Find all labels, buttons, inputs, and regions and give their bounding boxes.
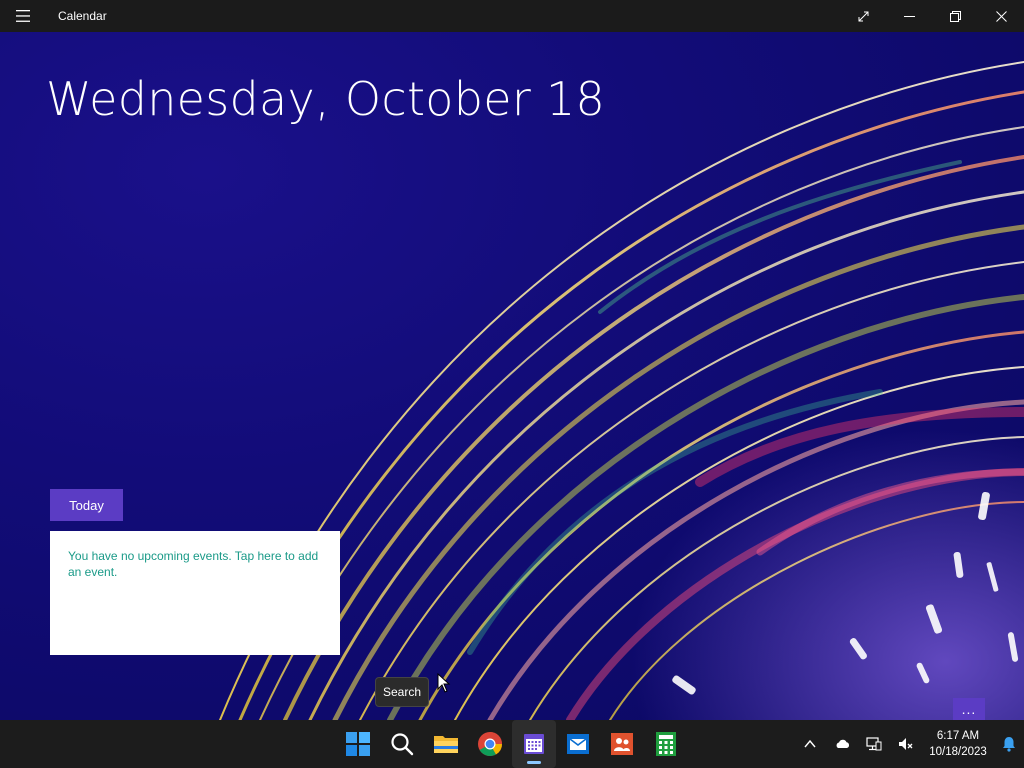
app-title: Calendar [58, 9, 107, 23]
bell-icon [1003, 737, 1015, 752]
expand-icon [858, 11, 868, 21]
clock[interactable]: 6:17 AM 10/18/2023 [922, 728, 994, 760]
folder-icon [434, 736, 458, 753]
more-options-button[interactable]: ... [953, 698, 985, 720]
start-button[interactable] [336, 720, 380, 768]
mail-button[interactable] [556, 720, 600, 768]
system-tray: 6:17 AM 10/18/2023 [794, 720, 1024, 768]
no-events-message[interactable]: You have no upcoming events. Tap here to… [68, 549, 318, 579]
onedrive-button[interactable] [826, 720, 858, 768]
people-button[interactable] [600, 720, 644, 768]
file-explorer-button[interactable] [424, 720, 468, 768]
window-controls [840, 0, 1024, 32]
calendar-taskbar-button[interactable] [512, 720, 556, 768]
calculator-button[interactable] [644, 720, 688, 768]
mail-icon [567, 734, 589, 754]
clock-time: 6:17 AM [936, 730, 980, 742]
people-icon [611, 733, 633, 755]
network-icon [866, 737, 882, 751]
show-hidden-icons-button[interactable] [794, 720, 826, 768]
restore-icon [949, 10, 961, 22]
mouse-cursor-icon [437, 673, 451, 693]
search-button[interactable] [380, 720, 424, 768]
search-tooltip: Search [375, 677, 429, 707]
upcoming-events-panel[interactable]: You have no upcoming events. Tap here to… [50, 531, 340, 655]
notifications-button[interactable] [994, 720, 1024, 768]
minimize-button[interactable] [886, 0, 932, 32]
network-button[interactable] [858, 720, 890, 768]
today-button[interactable]: Today [50, 489, 123, 521]
restore-button[interactable] [932, 0, 978, 32]
minimize-icon [903, 15, 915, 17]
hamburger-icon [16, 10, 30, 22]
speaker-muted-icon [899, 738, 913, 750]
calendar-icon [524, 734, 544, 754]
close-icon [995, 10, 1007, 22]
chrome-icon [478, 732, 502, 757]
title-bar: Calendar [0, 0, 1024, 32]
windows-start-icon [346, 732, 370, 756]
close-button[interactable] [978, 0, 1024, 32]
fullscreen-button[interactable] [840, 0, 886, 32]
hamburger-menu-button[interactable] [0, 0, 46, 32]
taskbar-apps [336, 720, 688, 768]
cloud-icon [836, 739, 850, 748]
clock-date: 10/18/2023 [929, 746, 987, 758]
volume-button[interactable] [890, 720, 922, 768]
date-heading: Wednesday, October 18 [46, 72, 606, 126]
search-icon [391, 733, 414, 756]
chrome-button[interactable] [468, 720, 512, 768]
taskbar: 6:17 AM 10/18/2023 [0, 720, 1024, 768]
chevron-up-icon [804, 739, 816, 748]
calculator-icon [656, 732, 676, 756]
